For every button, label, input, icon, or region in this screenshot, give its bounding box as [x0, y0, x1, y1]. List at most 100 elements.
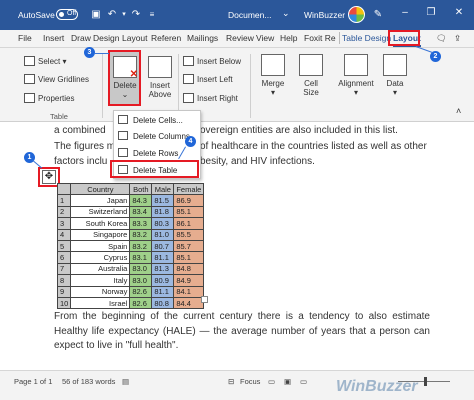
country-cell[interactable]: Singapore: [70, 228, 131, 241]
read-mode-icon[interactable]: ▭: [268, 377, 275, 386]
male-cell[interactable]: 80.8: [151, 296, 175, 310]
female-cell[interactable]: 86.9: [173, 194, 205, 207]
both-cell[interactable]: 83.2: [129, 228, 153, 241]
both-cell[interactable]: 82.6: [129, 296, 153, 310]
chevron-down-icon[interactable]: ⌄: [282, 8, 290, 19]
table-header-cell[interactable]: Both: [129, 182, 153, 196]
female-cell[interactable]: 85.7: [173, 239, 205, 253]
tab-design[interactable]: Design: [93, 33, 119, 43]
insert-left-button[interactable]: Insert Left: [183, 74, 233, 84]
word-count[interactable]: 56 of 183 words: [62, 377, 115, 386]
insert-right-button[interactable]: Insert Right: [183, 93, 238, 103]
both-cell[interactable]: 83.2: [129, 239, 153, 253]
both-cell[interactable]: 83.0: [129, 262, 153, 276]
tab-layout-page[interactable]: Layout: [122, 33, 148, 43]
rank-cell[interactable]: 3: [56, 217, 72, 230]
rank-cell[interactable]: 4: [56, 228, 72, 241]
rank-cell[interactable]: 7: [56, 262, 72, 276]
male-cell[interactable]: 81.0: [151, 228, 175, 241]
male-cell[interactable]: 81.1: [151, 251, 175, 264]
close-button[interactable]: ✕: [448, 7, 470, 18]
table-header-cell[interactable]: Country: [70, 182, 131, 196]
tab-references[interactable]: Referen: [151, 33, 181, 43]
menu-item-delete-cells[interactable]: Delete Cells...: [118, 115, 183, 125]
view-gridlines-button[interactable]: View Gridlines: [24, 74, 89, 84]
print-layout-icon[interactable]: ▣: [284, 377, 291, 386]
female-cell[interactable]: 84.9: [173, 274, 205, 287]
save-icon[interactable]: ▣: [90, 8, 102, 21]
page-count[interactable]: Page 1 of 1: [14, 377, 52, 386]
table-header-cell[interactable]: Male: [151, 182, 175, 196]
menu-item-delete-columns[interactable]: Delete Columns: [118, 131, 190, 141]
country-cell[interactable]: Israel: [70, 296, 131, 310]
rank-cell[interactable]: 2: [56, 205, 72, 219]
tab-foxit[interactable]: Foxit Re: [304, 33, 336, 43]
data-button[interactable]: Data ▾: [381, 54, 409, 97]
proofing-icon[interactable]: ▤: [122, 377, 129, 386]
both-cell[interactable]: 83.1: [129, 251, 153, 264]
both-cell[interactable]: 83.3: [129, 217, 153, 230]
undo-icon[interactable]: ↶: [106, 8, 118, 21]
male-cell[interactable]: 80.3: [151, 217, 175, 230]
focus-icon[interactable]: ⊟: [228, 377, 234, 386]
male-cell[interactable]: 81.5: [151, 194, 175, 207]
table-header-cell[interactable]: [56, 182, 72, 196]
country-cell[interactable]: Norway: [70, 285, 131, 298]
tab-draw[interactable]: Draw: [71, 33, 91, 43]
insert-below-button[interactable]: Insert Below: [183, 56, 241, 66]
tab-table-design[interactable]: Table Design: [342, 33, 391, 43]
rank-cell[interactable]: 9: [56, 285, 72, 298]
rank-cell[interactable]: 5: [56, 239, 72, 253]
collapse-ribbon-icon[interactable]: ˄: [456, 106, 461, 116]
country-cell[interactable]: Spain: [70, 239, 131, 253]
tab-help[interactable]: Help: [280, 33, 297, 43]
country-cell[interactable]: Australia: [70, 262, 131, 276]
female-cell[interactable]: 85.1: [173, 205, 205, 219]
properties-button[interactable]: Properties: [24, 93, 74, 103]
user-name[interactable]: WinBuzzer: [304, 10, 345, 20]
country-cell[interactable]: Japan: [70, 194, 131, 207]
male-cell[interactable]: 81.8: [151, 205, 175, 219]
rank-cell[interactable]: 10: [56, 296, 72, 310]
cell-size-button[interactable]: Cell Size: [296, 54, 326, 97]
both-cell[interactable]: 84.3: [129, 194, 153, 207]
share-icon[interactable]: ⇪: [454, 33, 461, 44]
merge-button[interactable]: Merge ▾: [256, 54, 290, 97]
minimize-button[interactable]: –: [394, 7, 416, 18]
female-cell[interactable]: 84.8: [173, 262, 205, 276]
female-cell[interactable]: 85.5: [173, 228, 205, 241]
female-cell[interactable]: 84.1: [173, 285, 205, 298]
avatar[interactable]: [348, 6, 365, 23]
tab-file[interactable]: File: [18, 33, 32, 43]
table-resize-handle[interactable]: [201, 296, 208, 303]
male-cell[interactable]: 81.1: [151, 285, 175, 298]
pen-icon[interactable]: ✎: [372, 8, 384, 21]
undo-dropdown-icon[interactable]: ▾: [118, 8, 130, 21]
both-cell[interactable]: 83.4: [129, 205, 153, 219]
rank-cell[interactable]: 6: [56, 251, 72, 264]
select-button[interactable]: Select ▾: [24, 56, 66, 66]
both-cell[interactable]: 83.0: [129, 274, 153, 287]
country-cell[interactable]: Italy: [70, 274, 131, 287]
female-cell[interactable]: 84.4: [173, 296, 205, 310]
male-cell[interactable]: 81.3: [151, 262, 175, 276]
table-header-cell[interactable]: Female: [173, 182, 205, 196]
tab-review[interactable]: Review: [226, 33, 254, 43]
restore-button[interactable]: ❐: [420, 7, 442, 18]
male-cell[interactable]: 80.9: [151, 274, 175, 287]
menu-item-delete-rows[interactable]: Delete Rows: [118, 148, 178, 158]
male-cell[interactable]: 80.7: [151, 239, 175, 253]
customize-toolbar-icon[interactable]: ≡: [146, 8, 158, 21]
both-cell[interactable]: 82.6: [129, 285, 153, 298]
female-cell[interactable]: 85.1: [173, 251, 205, 264]
autosave-toggle[interactable]: Off: [56, 9, 78, 20]
web-layout-icon[interactable]: ▭: [300, 377, 307, 386]
tab-insert[interactable]: Insert: [43, 33, 64, 43]
tab-view[interactable]: View: [256, 33, 274, 43]
country-cell[interactable]: Switzerland: [70, 205, 131, 219]
comment-icon[interactable]: 🗨: [436, 33, 447, 44]
focus-label[interactable]: Focus: [240, 377, 260, 386]
redo-icon[interactable]: ↷: [130, 8, 142, 21]
female-cell[interactable]: 86.1: [173, 217, 205, 230]
rank-cell[interactable]: 8: [56, 274, 72, 287]
